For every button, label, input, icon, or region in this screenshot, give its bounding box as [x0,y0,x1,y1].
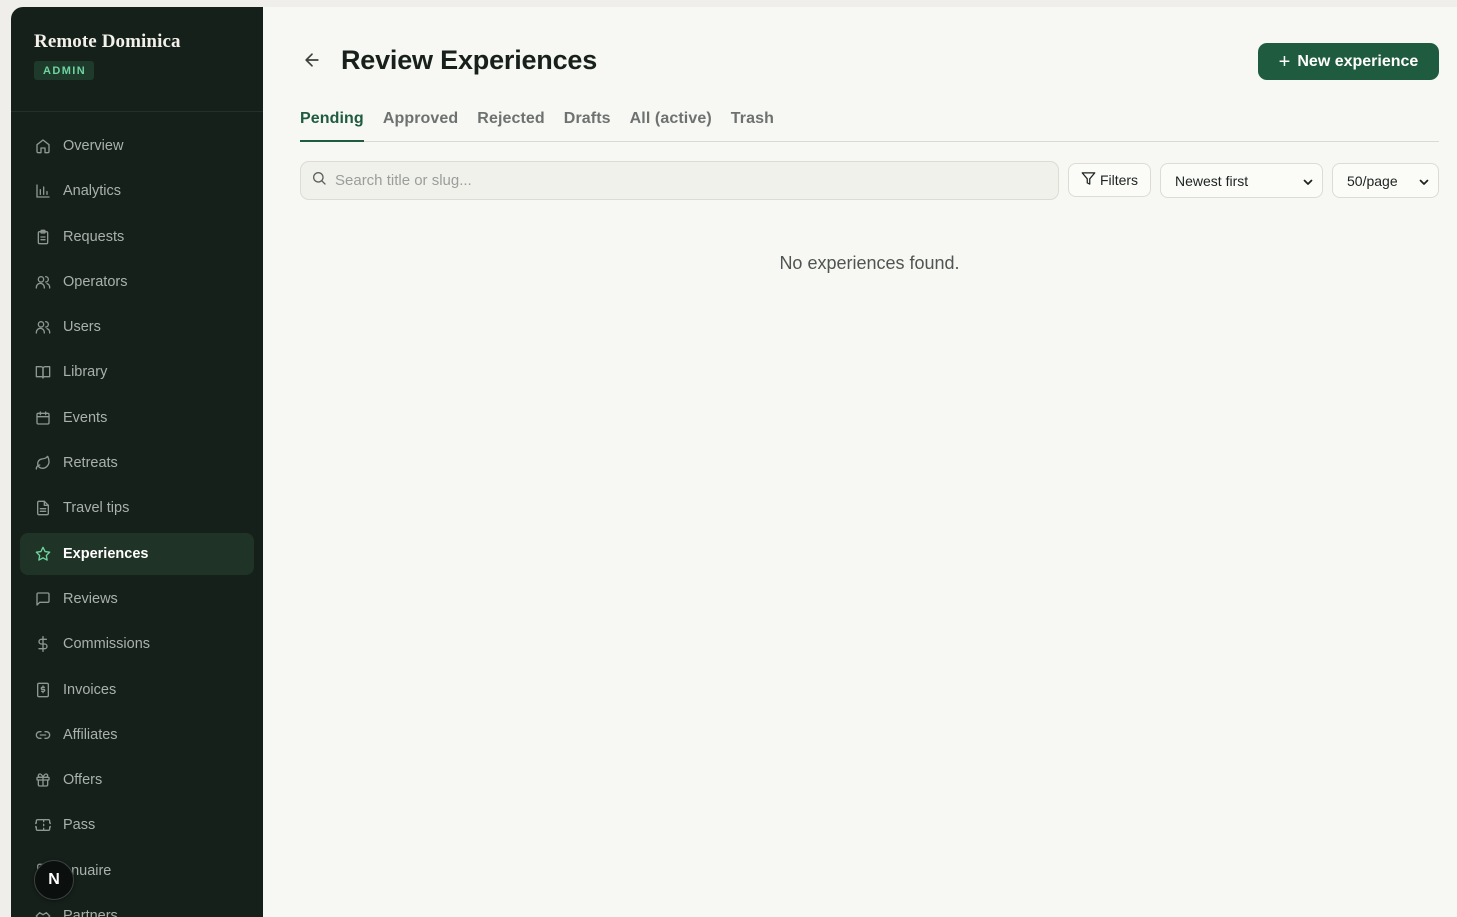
sidebar-item-label: Reviews [63,590,118,607]
chevron-down-icon [1302,175,1314,187]
sidebar-item-affiliates[interactable]: Affiliates [20,714,254,756]
sidebar-item-requests[interactable]: Requests [20,216,254,258]
arrow-left-icon [302,50,322,75]
sidebar-item-library[interactable]: Library [20,351,254,393]
chevron-down-icon [1418,175,1430,187]
tab-rejected[interactable]: Rejected [477,107,545,142]
bar-chart-icon [35,183,51,199]
sidebar-item-operators[interactable]: Operators [20,261,254,303]
filters-label: Filters [1099,172,1139,188]
users-icon [35,319,51,335]
file-text-icon [35,500,51,516]
receipt-icon [35,682,51,698]
sidebar-nav: Overview Analytics Requests Operators Us… [20,125,254,917]
admin-badge: ADMIN [34,61,95,80]
sidebar-item-pass[interactable]: Pass [20,804,254,846]
dollar-sign-icon [35,636,51,653]
sidebar-item-label: Offers [63,772,103,789]
tab-trash[interactable]: Trash [731,107,774,142]
app-window: Remote Dominica ADMIN Overview Analytics [11,7,1457,917]
sort-select[interactable]: Newest first [1160,163,1323,198]
star-icon [35,546,51,562]
plus-icon: + [1278,50,1291,73]
sort-select-value: Newest first [1175,172,1249,189]
sidebar-item-invoices[interactable]: Invoices [20,669,254,711]
sidebar-item-label: Events [63,409,108,426]
link-icon [35,727,51,743]
sidebar-item-retreats[interactable]: Retreats [20,442,254,484]
sidebar-item-travel-tips[interactable]: Travel tips [20,487,254,529]
sidebar-item-reviews[interactable]: Reviews [20,578,254,620]
page-size-select[interactable]: 50/page [1332,163,1439,198]
user-avatar[interactable]: N [34,860,74,900]
sidebar-item-label: Overview [63,138,124,154]
gift-icon [35,772,51,788]
sidebar-item-label: Analytics [63,183,122,200]
page-title: Review Experiences [341,45,598,75]
back-button[interactable] [301,51,323,73]
sidebar-item-label: Invoices [63,681,117,698]
tab-approved[interactable]: Approved [383,107,458,142]
sidebar-item-label: Pass [63,817,96,834]
sidebar-item-experiences[interactable]: Experiences [20,532,254,575]
book-open-icon [35,364,51,380]
handshake-icon [35,908,51,917]
calendar-icon [35,410,51,426]
new-experience-button[interactable]: + New experience [1258,43,1439,80]
sidebar-item-label: Requests [63,228,125,245]
leaf-icon [35,455,51,471]
sidebar-item-events[interactable]: Events [20,397,254,439]
filters-button[interactable]: Filters [1068,163,1151,197]
status-tabs: Pending Approved Rejected Drafts All (ac… [300,107,1439,142]
tab-all-active[interactable]: All (active) [630,107,712,142]
sidebar-item-label: Partners [63,908,118,917]
sidebar-item-commissions[interactable]: Commissions [20,623,254,665]
main-content: Review Experiences + New experience Pend… [263,7,1457,917]
sidebar-item-label: Commissions [63,636,151,653]
search-input[interactable] [335,172,1035,189]
ticket-icon [35,817,51,833]
sidebar-item-offers[interactable]: Offers [20,759,254,801]
tab-drafts[interactable]: Drafts [564,107,611,142]
clipboard-icon [35,229,51,245]
sidebar-item-users[interactable]: Users [20,306,254,348]
brand: Remote Dominica ADMIN [11,7,263,112]
brand-name: Remote Dominica [34,31,181,52]
sidebar-item-label: Library [63,364,108,381]
users-icon [35,274,51,290]
new-experience-label: New experience [1297,52,1419,70]
sidebar-item-label: Travel tips [63,500,130,517]
sidebar-item-label: Retreats [63,455,118,472]
sidebar: Remote Dominica ADMIN Overview Analytics [11,7,263,917]
filter-icon [1081,171,1100,189]
sidebar-item-analytics[interactable]: Analytics [20,170,254,212]
search-icon [311,170,327,191]
sidebar-item-overview[interactable]: Overview [20,125,254,167]
sidebar-item-label: Users [63,319,101,336]
empty-state-message: No experiences found. [779,253,960,273]
home-icon [35,138,51,154]
page-size-value: 50/page [1347,172,1398,189]
search-box [300,161,1059,200]
tab-pending[interactable]: Pending [300,107,364,142]
sidebar-item-label: Experiences [63,545,149,562]
sidebar-item-label: Operators [63,273,128,290]
sidebar-item-label: Affiliates [63,726,118,743]
message-square-icon [35,591,51,607]
